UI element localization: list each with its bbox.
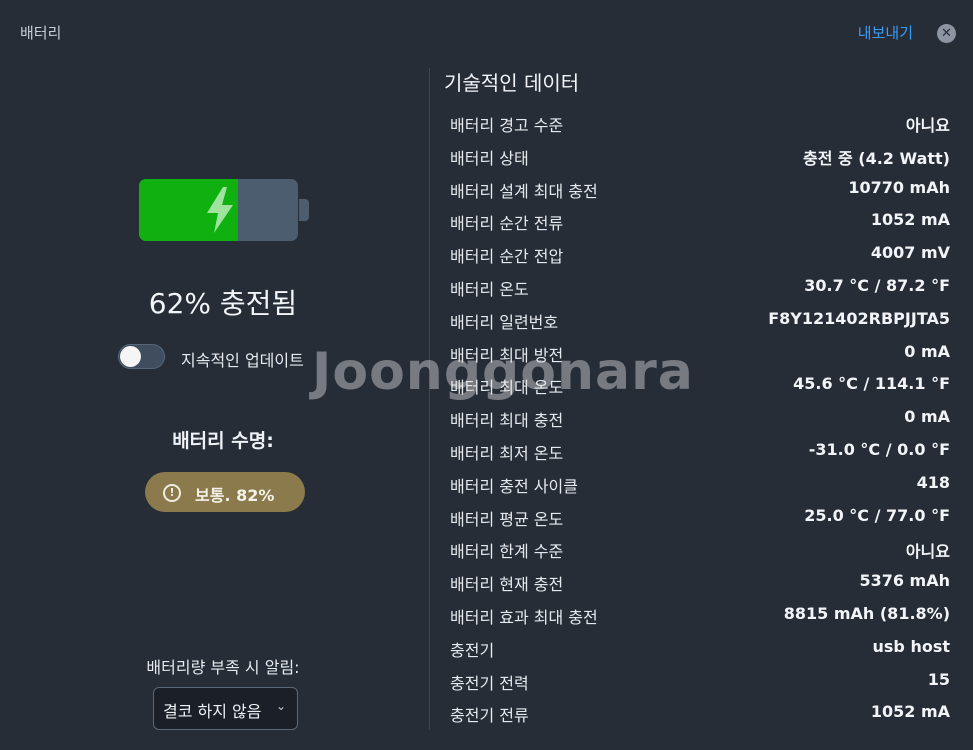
row-label: 배터리 충전 사이클 xyxy=(450,476,578,496)
row-label: 배터리 한계 수준 xyxy=(450,542,564,562)
battery-tip xyxy=(299,199,309,221)
row-label: 배터리 효과 최대 충전 xyxy=(450,607,598,627)
table-row: 충전기 전류 1052 mA xyxy=(450,695,950,728)
table-row: 충전기 usb host xyxy=(450,630,950,663)
window-title: 배터리 xyxy=(20,24,62,42)
row-label: 충전기 xyxy=(450,640,495,660)
row-label: 배터리 최대 온도 xyxy=(450,378,564,398)
row-value: 4007 mV xyxy=(870,243,950,263)
row-label: 충전기 전류 xyxy=(450,706,529,726)
lightning-bolt-icon xyxy=(207,187,233,233)
table-row: 배터리 충전 사이클 418 xyxy=(450,466,950,499)
panel-divider xyxy=(429,68,430,730)
row-label: 배터리 평균 온도 xyxy=(450,509,564,529)
row-label: 배터리 온도 xyxy=(450,279,529,299)
warning-icon: ! xyxy=(163,484,181,502)
row-label: 충전기 전력 xyxy=(450,673,529,693)
battery-health-value: 보통. 82% xyxy=(195,486,275,505)
row-label: 배터리 설계 최대 충전 xyxy=(450,181,598,201)
row-value: 충전 중 (4.2 Watt) xyxy=(802,148,950,168)
row-value: usb host xyxy=(872,636,951,656)
table-row: 배터리 경고 수준 아니요 xyxy=(450,105,950,138)
row-value: 아니요 xyxy=(905,116,950,135)
charge-percentage-text: 62% 충전됨 xyxy=(148,287,298,320)
technical-data-title: 기술적인 데이터 xyxy=(444,71,580,95)
row-label: 배터리 일련번호 xyxy=(450,312,559,332)
row-value: 15 xyxy=(927,669,950,689)
row-value: -31.0 °C / 0.0 °F xyxy=(808,439,950,459)
table-row: 배터리 한계 수준 아니요 xyxy=(450,531,950,564)
battery-health-title: 배터리 수명: xyxy=(172,430,274,452)
row-value: F8Y121402RBPJJTA5 xyxy=(768,308,950,328)
row-value: 30.7 °C / 87.2 °F xyxy=(804,275,950,295)
row-label: 배터리 순간 전압 xyxy=(450,247,564,267)
table-row: 배터리 온도 30.7 °C / 87.2 °F xyxy=(450,269,950,302)
battery-health-badge: ! 보통. 82% xyxy=(145,472,305,512)
row-value: 1052 mA xyxy=(870,210,950,230)
table-row: 배터리 순간 전압 4007 mV xyxy=(450,236,950,269)
row-label: 배터리 최저 온도 xyxy=(450,443,564,463)
battery-icon xyxy=(139,179,311,243)
battery-body xyxy=(139,179,298,241)
continuous-update-label: 지속적인 업데이트 xyxy=(181,351,304,370)
row-value: 0 mA xyxy=(904,341,950,361)
table-row: 배터리 최대 방전 0 mA xyxy=(450,335,950,368)
row-label: 배터리 상태 xyxy=(450,148,529,168)
row-value: 8815 mAh (81.8%) xyxy=(783,603,950,623)
table-row: 배터리 효과 최대 충전 8815 mAh (81.8%) xyxy=(450,597,950,630)
alert-select-value: 결코 하지 않음 xyxy=(163,702,262,721)
low-battery-alert-select[interactable]: 결코 하지 않음 ⌄ xyxy=(153,687,298,730)
row-label: 배터리 최대 충전 xyxy=(450,411,564,431)
row-value: 25.0 °C / 77.0 °F xyxy=(804,505,950,525)
low-battery-alert-label: 배터리량 부족 시 알림: xyxy=(146,658,300,677)
row-value: 45.6 °C / 114.1 °F xyxy=(793,374,950,394)
close-icon[interactable]: ✕ xyxy=(937,24,956,43)
table-row: 배터리 현재 충전 5376 mAh xyxy=(450,564,950,597)
continuous-update-toggle[interactable] xyxy=(118,344,165,369)
toggle-knob xyxy=(120,346,141,367)
row-label: 배터리 경고 수준 xyxy=(450,116,564,135)
table-row: 배터리 최저 온도 -31.0 °C / 0.0 °F xyxy=(450,433,950,466)
table-row: 배터리 순간 전류 1052 mA xyxy=(450,203,950,236)
export-button[interactable]: 내보내기 xyxy=(858,22,913,43)
table-row: 배터리 최대 온도 45.6 °C / 114.1 °F xyxy=(450,367,950,400)
battery-overview-panel: 62% 충전됨 지속적인 업데이트 배터리 수명: ! 보통. 82% 배터리량… xyxy=(0,60,430,750)
table-row: 배터리 설계 최대 충전 10770 mAh xyxy=(450,171,950,204)
row-label: 배터리 순간 전류 xyxy=(450,214,564,234)
table-row: 충전기 전력 15 xyxy=(450,663,950,696)
chevron-down-icon: ⌄ xyxy=(275,699,286,713)
table-row: 배터리 상태 충전 중 (4.2 Watt) xyxy=(450,138,950,171)
row-value: 418 xyxy=(916,472,950,492)
row-value: 1052 mA xyxy=(870,702,950,722)
table-row: 배터리 평균 온도 25.0 °C / 77.0 °F xyxy=(450,499,950,532)
row-value: 5376 mAh xyxy=(859,571,950,591)
row-value: 0 mA xyxy=(904,407,950,427)
row-label: 배터리 최대 방전 xyxy=(450,345,564,365)
row-label: 배터리 현재 충전 xyxy=(450,575,564,595)
row-value: 아니요 xyxy=(905,542,950,562)
technical-data-table: 배터리 경고 수준 아니요 배터리 상태 충전 중 (4.2 Watt) 배터리 설계 … xyxy=(450,105,950,728)
table-row: 배터리 최대 충전 0 mA xyxy=(450,400,950,433)
table-row: 배터리 일련번호 F8Y121402RBPJJTA5 xyxy=(450,302,950,335)
row-value: 10770 mAh xyxy=(848,177,950,197)
